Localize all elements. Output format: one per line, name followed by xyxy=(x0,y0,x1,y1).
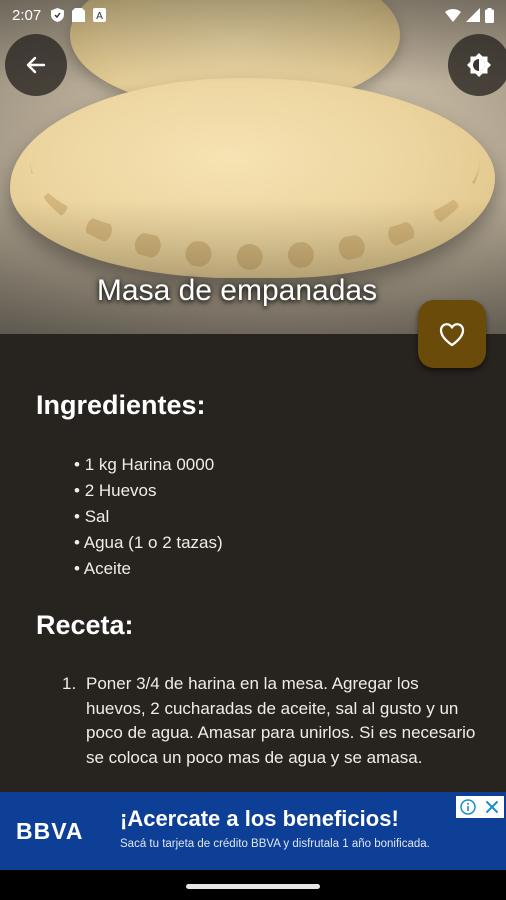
ad-close-button[interactable] xyxy=(480,796,504,818)
sim-icon xyxy=(72,8,86,22)
ingredient-item: 1 kg Harina 0000 xyxy=(74,452,223,478)
favorite-button[interactable] xyxy=(418,300,486,368)
ad-subtext: Sacá tu tarjeta de crédito BBVA y disfru… xyxy=(120,838,430,850)
shield-icon xyxy=(51,8,65,22)
ad-headline: ¡Acercate a los beneficios! xyxy=(120,806,399,831)
battery-icon xyxy=(485,7,494,23)
theme-toggle-button[interactable] xyxy=(448,34,506,96)
status-bar: 2:07 A xyxy=(0,0,506,30)
home-gesture-handle[interactable] xyxy=(186,884,320,889)
recipe-content: Ingredientes: 1 kg Harina 0000 2 Huevos … xyxy=(0,334,506,792)
brightness-icon xyxy=(467,53,491,77)
ad-brand-logo: BBVA xyxy=(16,818,84,844)
signal-icon xyxy=(466,8,480,22)
recipe-title: Masa de empanadas xyxy=(96,274,378,307)
ingredient-item: Aceite xyxy=(74,556,223,582)
wifi-icon xyxy=(445,8,461,22)
navigation-bar xyxy=(0,870,506,900)
info-icon xyxy=(460,799,476,815)
ad-banner[interactable]: BBVA ¡Acercate a los beneficios! Sacá tu… xyxy=(0,792,506,870)
recipe-heading: Receta: xyxy=(36,610,134,640)
step-number: 1. xyxy=(62,674,77,693)
step-text: Poner 3/4 de harina en la mesa. Agregar … xyxy=(86,674,476,767)
recipe-step: 1. Poner 3/4 de harina en la mesa. Agreg… xyxy=(62,672,482,770)
ad-info-button[interactable] xyxy=(456,796,480,818)
status-time: 2:07 xyxy=(12,6,42,24)
svg-text:A: A xyxy=(96,11,103,22)
notification-a-icon: A xyxy=(93,8,107,22)
recipe-steps: 1. Poner 3/4 de harina en la mesa. Agreg… xyxy=(62,672,482,770)
close-icon xyxy=(486,801,498,813)
ingredients-list: 1 kg Harina 0000 2 Huevos Sal Agua (1 o … xyxy=(74,452,223,582)
ingredient-item: Agua (1 o 2 tazas) xyxy=(74,530,223,556)
ingredients-heading: Ingredientes: xyxy=(36,390,206,420)
ingredient-item: 2 Huevos xyxy=(74,478,223,504)
back-button[interactable] xyxy=(5,34,67,96)
arrow-left-icon xyxy=(26,56,46,74)
heart-outline-icon xyxy=(439,323,465,347)
ingredient-item: Sal xyxy=(74,504,223,530)
